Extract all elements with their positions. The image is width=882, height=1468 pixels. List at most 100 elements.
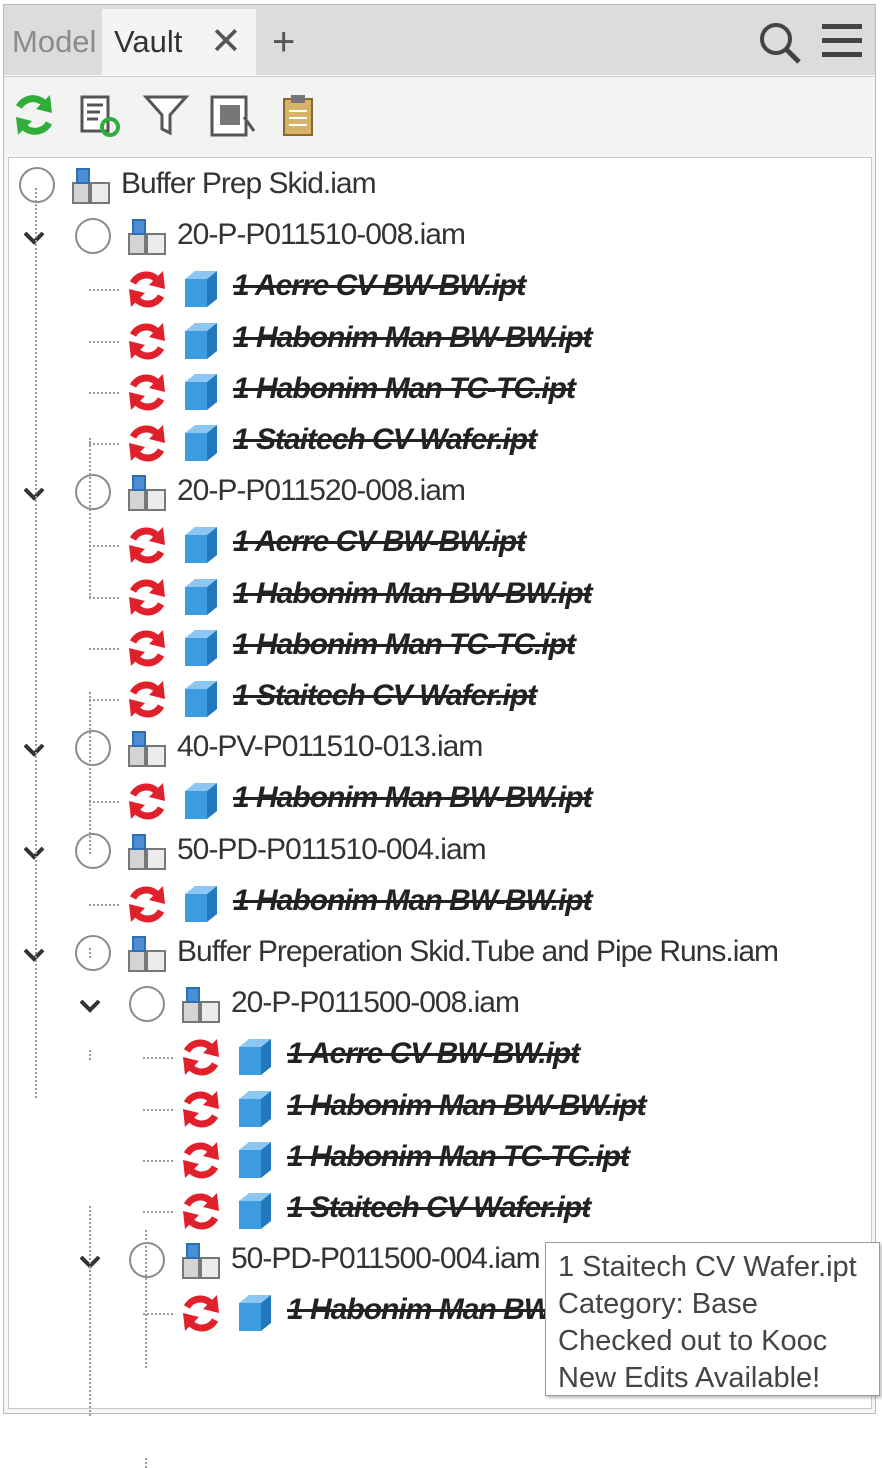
tree-row-assembly[interactable]: 20-P-P011510-008.iam (9, 212, 869, 262)
assembly-icon (127, 833, 167, 871)
tree-row-assembly[interactable]: 40-PV-P011510-013.iam (9, 724, 869, 774)
tree-guide-line (89, 1206, 91, 1416)
add-tab-icon[interactable]: + (272, 9, 295, 75)
tree-row-assembly[interactable]: 50-PD-P011510-004.iam (9, 827, 869, 877)
tree-item-label: 1 Habonim Man TC-TC.ipt (233, 371, 576, 405)
properties-icon[interactable] (76, 91, 124, 139)
clipboard-icon[interactable] (274, 91, 322, 139)
tree-row-part[interactable]: 1 Habonim Man TC-TC.ipt (9, 1134, 869, 1184)
part-icon (235, 1293, 275, 1333)
out-of-date-sync-icon[interactable] (125, 372, 169, 412)
out-of-date-sync-icon[interactable] (179, 1191, 223, 1231)
out-of-date-sync-icon[interactable] (125, 628, 169, 668)
tree-item-label: 1 Habonim Man TC-TC.ipt (287, 1139, 630, 1173)
radio-button[interactable] (19, 167, 55, 203)
part-icon (235, 1089, 275, 1129)
tab-model[interactable]: Model (12, 9, 106, 75)
radio-button[interactable] (129, 986, 165, 1023)
tree-connector (89, 699, 119, 701)
tree-connector (143, 1057, 173, 1060)
assembly-icon (127, 730, 167, 768)
part-icon (181, 781, 221, 821)
tree-row-part[interactable]: 1 Habonim Man TC-TC.ipt (9, 366, 869, 416)
report-icon[interactable] (208, 91, 256, 139)
assembly-icon (127, 935, 167, 973)
tree-row-part[interactable]: 1 Habonim Man BW-BW.ipt (9, 571, 869, 621)
radio-button[interactable] (75, 474, 111, 511)
tree-row-part[interactable]: 1 Staitech CV Wafer.ipt (9, 1185, 869, 1235)
tree-guide-line (145, 1230, 147, 1368)
out-of-date-sync-icon[interactable] (125, 423, 169, 463)
tree-row-part[interactable]: 1 Aerre CV BW-BW.ipt (9, 263, 869, 313)
tooltip-checked-out: Checked out to Kooc (558, 1325, 828, 1357)
tree-row-assembly[interactable]: 20-P-P011520-008.iam (9, 468, 869, 518)
out-of-date-sync-icon[interactable] (179, 1089, 223, 1129)
tree-row-part[interactable]: 1 Habonim Man BW-BW.ipt (9, 775, 869, 825)
tree-item-label: 1 Aerre CV BW-BW.ipt (287, 1037, 580, 1071)
out-of-date-sync-icon[interactable] (179, 1037, 223, 1077)
tree-row-part[interactable]: 1 Aerre CV BW-BW.ipt (9, 1031, 869, 1081)
tree-item-label: 1 Staitech CV Wafer.ipt (233, 423, 537, 456)
tab-vault-label: Vault (114, 24, 183, 59)
tree-row-part[interactable]: 1 Habonim Man BW-BW.ipt (9, 878, 869, 928)
search-icon[interactable] (758, 21, 802, 65)
tree-row-assembly[interactable]: Buffer Preperation Skid.Tube and Pipe Ru… (9, 929, 869, 979)
radio-button[interactable] (75, 935, 111, 971)
out-of-date-sync-icon[interactable] (125, 269, 169, 309)
tree-item-label: 50-PD-P011500-004.iam (231, 1242, 541, 1276)
refresh-icon[interactable] (10, 91, 58, 139)
part-icon (181, 884, 221, 924)
out-of-date-sync-icon[interactable] (179, 1140, 223, 1180)
tree-row-part[interactable]: 1 Staitech CV Wafer.ipt (9, 673, 869, 723)
part-icon (235, 1140, 275, 1180)
assembly-icon (127, 474, 167, 512)
tooltip: 1 Staitech CV Wafer.ipt Category: Base C… (545, 1242, 880, 1396)
tree-row-part[interactable]: 1 Habonim Man BW-BW.ipt (9, 315, 869, 365)
tab-vault[interactable]: Vault ✕ (102, 9, 256, 75)
expand-chevron-icon[interactable] (23, 230, 45, 246)
out-of-date-sync-icon[interactable] (125, 679, 169, 719)
out-of-date-sync-icon[interactable] (125, 577, 169, 617)
part-icon (181, 269, 221, 309)
tooltip-status: New Edits Available! (558, 1362, 821, 1394)
part-icon (181, 423, 221, 463)
radio-button[interactable] (75, 730, 111, 767)
out-of-date-sync-icon[interactable] (125, 321, 169, 361)
filter-icon[interactable] (142, 91, 190, 139)
tree-item-label: 1 Staitech CV Wafer.ipt (233, 679, 537, 712)
radio-button[interactable] (129, 1242, 165, 1279)
tree-guide-line (145, 1458, 147, 1468)
tree-guide-line (89, 1050, 91, 1060)
tree-item-label: 1 Aerre CV BW-BW.ipt (233, 525, 526, 559)
out-of-date-sync-icon[interactable] (125, 781, 169, 821)
radio-button[interactable] (75, 832, 111, 869)
tree-guide-line (89, 692, 91, 854)
tree-connector (143, 1211, 173, 1213)
close-tab-icon[interactable]: ✕ (210, 9, 242, 75)
tree-row-assembly[interactable]: Buffer Prep Skid.iam (9, 161, 869, 211)
menu-icon[interactable] (820, 21, 864, 61)
tree-row-assembly[interactable]: 20-P-P011500-008.iam (9, 980, 869, 1030)
tree-item-label: 1 Habonim Man BW-BW.ipt (233, 883, 593, 917)
tree-item-label: Buffer Prep Skid.iam (121, 167, 377, 200)
out-of-date-sync-icon[interactable] (179, 1293, 223, 1333)
expand-chevron-icon[interactable] (23, 947, 45, 963)
tree-item-label: 20-P-P011510-008.iam (177, 218, 466, 252)
tree-item-label: 1 Habonim Man BW-BW.ipt (233, 576, 593, 610)
part-icon (235, 1037, 275, 1077)
tree-item-label: 1 Staitech CV Wafer.ipt (287, 1191, 591, 1224)
tree-row-part[interactable]: 1 Habonim Man BW-BW.ipt (9, 1083, 869, 1133)
part-icon (181, 321, 221, 361)
tree-connector (89, 545, 119, 548)
expand-chevron-icon[interactable] (23, 486, 45, 502)
radio-button[interactable] (75, 218, 111, 255)
out-of-date-sync-icon[interactable] (125, 884, 169, 924)
expand-chevron-icon[interactable] (23, 742, 45, 758)
expand-chevron-icon[interactable] (23, 845, 45, 861)
tree-row-part[interactable]: 1 Aerre CV BW-BW.ipt (9, 519, 869, 569)
tree-row-part[interactable]: 1 Staitech CV Wafer.ipt (9, 417, 869, 467)
tree-row-part[interactable]: 1 Habonim Man TC-TC.ipt (9, 622, 869, 672)
tree-connector (89, 801, 119, 804)
out-of-date-sync-icon[interactable] (125, 525, 169, 565)
expand-chevron-icon[interactable] (79, 998, 101, 1014)
